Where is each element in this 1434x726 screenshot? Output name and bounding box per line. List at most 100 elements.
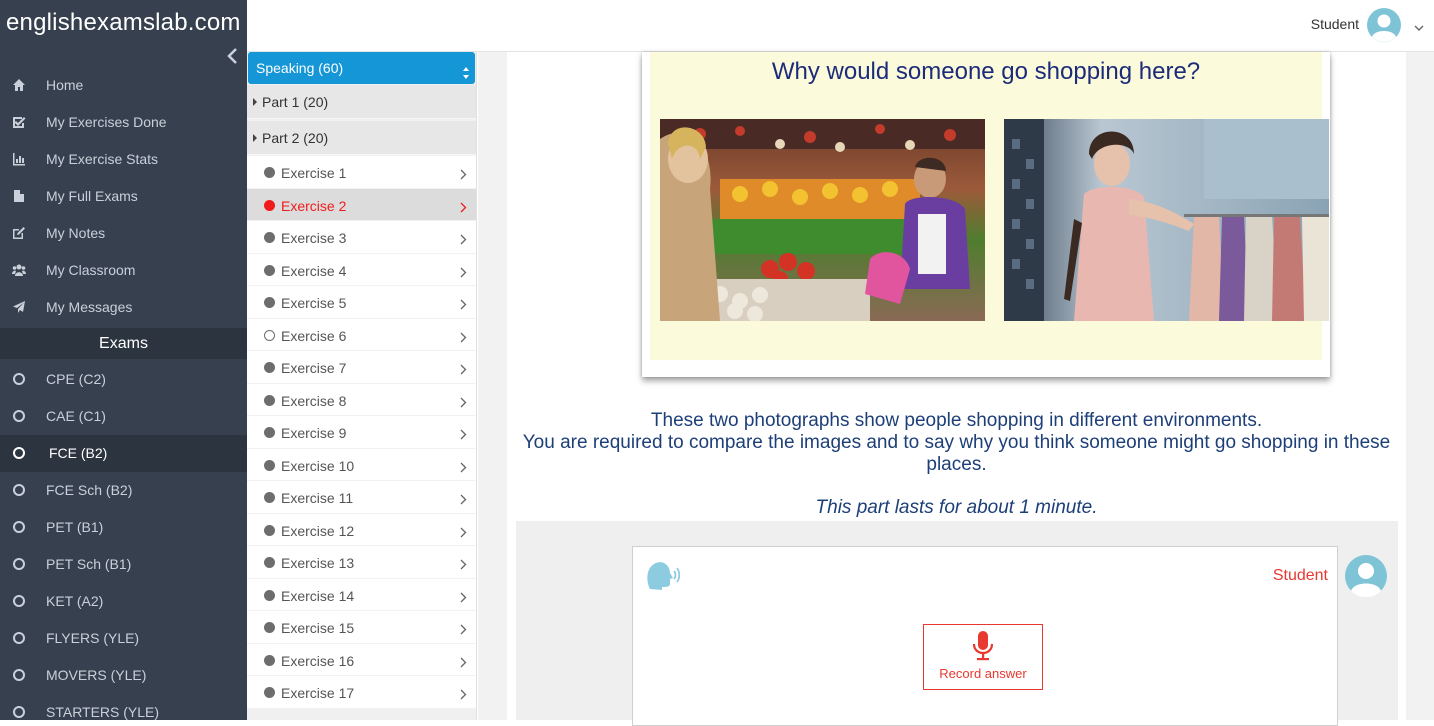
collapse-sidebar-icon[interactable]	[225, 46, 241, 66]
section-select[interactable]: Speaking (60)	[248, 52, 475, 84]
exercise-label: Exercise 9	[281, 425, 347, 441]
main-content: Why would someone go shopping here? Thes…	[478, 52, 1434, 726]
status-dot-icon	[264, 362, 275, 373]
sidebar-exam-fce-sch[interactable]: FCE Sch (B2)	[0, 472, 247, 509]
exercise-row[interactable]: Exercise 17	[247, 676, 476, 709]
status-dot-icon	[264, 232, 275, 243]
duration-note: This part lasts for about 1 minute.	[815, 497, 1098, 518]
exercise-label: Exercise 7	[281, 360, 347, 376]
exercise-row[interactable]: Exercise 13	[247, 546, 476, 579]
sidebar-item-label: Home	[46, 76, 84, 93]
part-row[interactable]: Part 1 (20)	[247, 85, 476, 119]
exercise-row[interactable]: Exercise 4	[247, 253, 476, 286]
exercise-row[interactable]: Exercise 7	[247, 351, 476, 384]
chevron-right-icon	[460, 232, 467, 245]
status-dot-icon	[264, 524, 275, 536]
sidebar-exam-pet-sch[interactable]: PET Sch (B1)	[0, 546, 247, 583]
circle-icon	[13, 632, 25, 644]
status-dot-icon	[264, 557, 275, 568]
chevron-right-icon	[460, 525, 467, 537]
exercise-panel: Speaking (60) Part 1 (20) Part 2 (20) Ex…	[247, 52, 477, 720]
exercise-row[interactable]: Exercise 8	[247, 383, 476, 416]
sidebar-item-notes[interactable]: My Notes	[0, 214, 247, 251]
file-icon	[0, 189, 38, 203]
exercise-row[interactable]: Exercise 5	[247, 286, 476, 319]
exam-label: KET (A2)	[46, 593, 104, 609]
sidebar-exam-cae[interactable]: CAE (C1)	[0, 398, 247, 435]
exercise-row[interactable]: Exercise 11	[247, 481, 476, 514]
chevron-right-icon	[460, 265, 467, 277]
chevron-down-icon[interactable]	[1414, 20, 1424, 31]
exercise-row[interactable]: Exercise 1	[247, 156, 476, 189]
chevron-right-icon	[460, 590, 467, 602]
chevron-right-icon	[460, 687, 467, 700]
exercise-row[interactable]: Exercise 10	[247, 448, 476, 481]
status-dot-icon	[264, 459, 275, 471]
answer-area: Student Record answer	[516, 521, 1398, 726]
status-dot-icon	[264, 622, 275, 633]
circle-icon	[13, 669, 25, 681]
site-logo[interactable]: englishexamslab.com	[6, 9, 241, 37]
sidebar-exam-pet[interactable]: PET (B1)	[0, 509, 247, 546]
exercise-row[interactable]: Exercise 14	[247, 578, 476, 611]
exercise-label: Exercise 15	[281, 620, 355, 636]
market-stall-photo	[660, 119, 985, 321]
exercise-card: Why would someone go shopping here? Thes…	[507, 52, 1406, 726]
sidebar-item-exercises-done[interactable]: My Exercises Done	[0, 103, 247, 140]
sidebar-item-full-exams[interactable]: My Full Exams	[0, 177, 247, 214]
exercise-row[interactable]: Exercise 12	[247, 513, 476, 546]
exercise-row[interactable]: Exercise 15	[247, 611, 476, 644]
status-dot-icon	[264, 427, 275, 438]
sidebar-item-label: My Exercise Stats	[46, 150, 159, 167]
status-dot-icon	[264, 199, 275, 211]
exam-label: STARTERS (YLE)	[46, 704, 160, 720]
sidebar-exam-movers[interactable]: MOVERS (YLE)	[0, 657, 247, 694]
status-dot-icon	[264, 167, 275, 178]
record-answer-button[interactable]: Record answer	[923, 624, 1043, 690]
sidebar-exam-starters[interactable]: STARTERS (YLE)	[0, 694, 247, 720]
sidebar-item-classroom[interactable]: My Classroom	[0, 251, 247, 288]
chevron-right-icon	[460, 200, 467, 212]
sidebar-exam-cpe[interactable]: CPE (C2)	[0, 361, 247, 398]
circle-icon	[13, 447, 25, 459]
exam-label: CPE (C2)	[46, 371, 106, 387]
exercise-label: Exercise 2	[281, 197, 347, 214]
chevron-right-icon	[460, 362, 467, 375]
student-label: Student	[1272, 567, 1328, 584]
sidebar-item-home[interactable]: Home	[0, 66, 247, 103]
figure-question: Why would someone go shopping here?	[771, 58, 1201, 85]
users-icon	[0, 263, 38, 277]
exercise-label: Exercise 8	[281, 392, 347, 409]
circle-icon	[13, 706, 25, 718]
exercise-row[interactable]: Exercise 16	[247, 643, 476, 676]
exercise-label: Exercise 6	[281, 327, 347, 344]
sidebar-exam-fce[interactable]: FCE (B2)	[0, 435, 247, 472]
microphone-icon	[971, 631, 995, 661]
exercise-label: Exercise 12	[281, 522, 355, 539]
circle-icon	[13, 521, 25, 533]
exercise-row[interactable]: Exercise 9	[247, 416, 476, 449]
sidebar-exam-ket[interactable]: KET (A2)	[0, 583, 247, 620]
chevron-right-icon	[460, 492, 467, 505]
exercise-row[interactable]: Exercise 2	[247, 188, 476, 221]
exercise-row[interactable]: Exercise 6	[247, 318, 476, 351]
part-label: Part 1 (20)	[262, 94, 329, 110]
sidebar-exam-flyers[interactable]: FLYERS (YLE)	[0, 620, 247, 657]
home-icon	[0, 78, 38, 92]
exercise-row[interactable]: Exercise 3	[247, 221, 476, 254]
exam-label: PET (B1)	[46, 519, 104, 535]
user-name[interactable]: Student	[1311, 16, 1359, 32]
sidebar-item-label: My Exercises Done	[46, 113, 167, 130]
chevron-right-icon	[460, 427, 467, 440]
sidebar-item-exercise-stats[interactable]: My Exercise Stats	[0, 140, 247, 177]
exam-label: FCE (B2)	[49, 445, 108, 461]
user-avatar-icon[interactable]	[1367, 8, 1401, 42]
paper-plane-icon	[0, 300, 38, 314]
status-dot-icon	[264, 264, 275, 276]
exercise-label: Exercise 1	[281, 165, 347, 181]
part-row[interactable]: Part 2 (20)	[247, 121, 476, 155]
status-dot-icon	[264, 687, 275, 698]
edit-icon	[0, 226, 38, 240]
sidebar-item-messages[interactable]: My Messages	[0, 288, 247, 325]
exercise-label: Exercise 5	[281, 295, 347, 311]
